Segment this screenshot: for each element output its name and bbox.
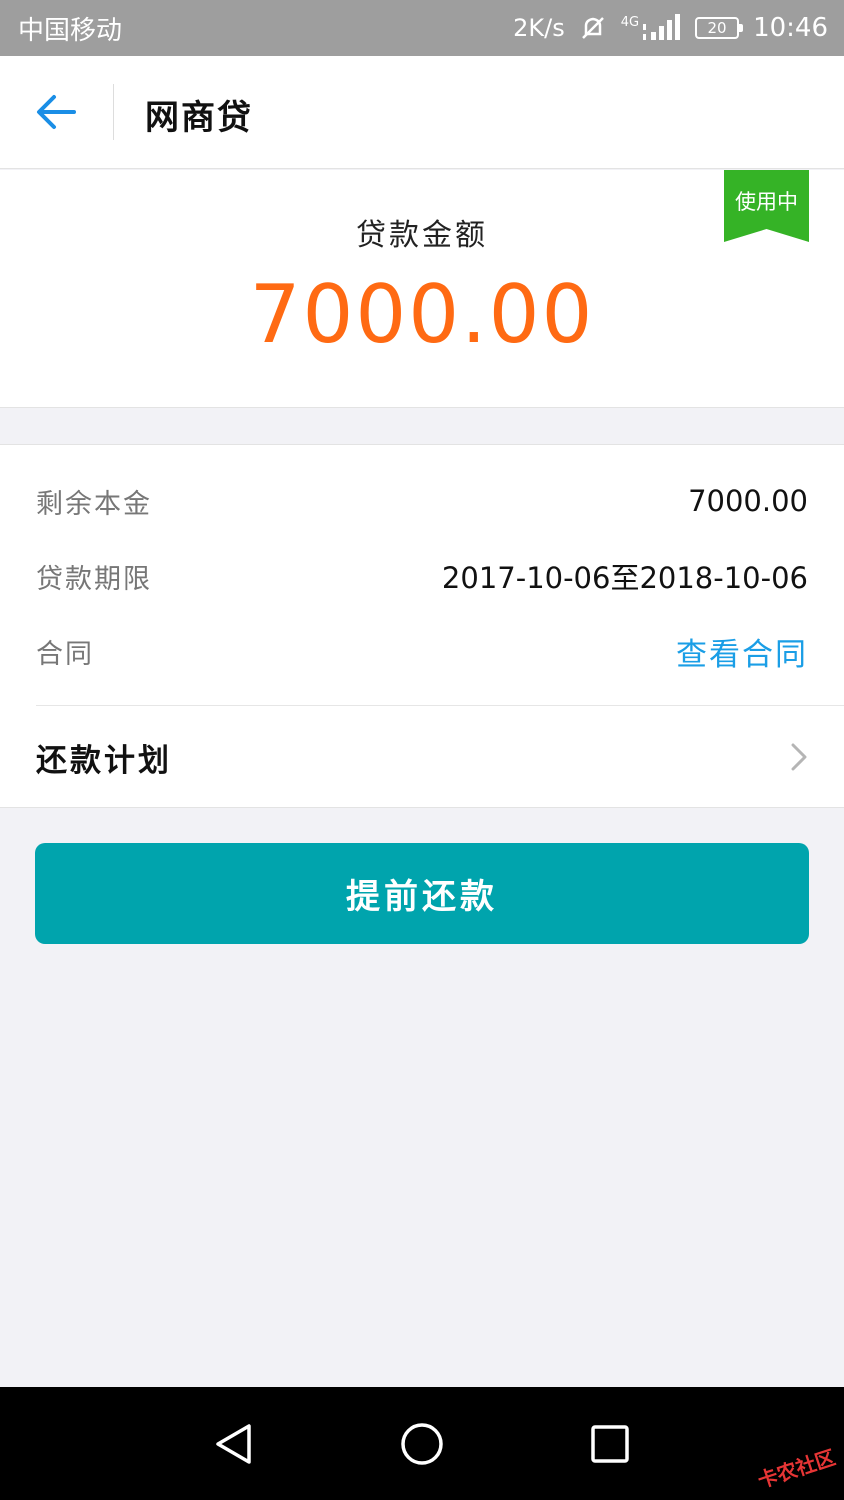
header-divider: [113, 84, 114, 140]
repayment-plan-row[interactable]: 还款计划: [36, 707, 808, 807]
system-nav-bar: 卡农社区: [0, 1387, 844, 1500]
nav-recent-apps-button[interactable]: [587, 1421, 633, 1467]
loan-details-card: 剩余本金 7000.00 贷款期限 2017-10-06至2018-10-06 …: [0, 444, 844, 808]
view-contract-link[interactable]: 查看合同: [676, 629, 808, 674]
page-title: 网商贷: [145, 98, 253, 138]
prepay-button[interactable]: 提前还款: [35, 843, 809, 944]
watermark-logo: 卡农社区: [754, 1445, 839, 1493]
loan-amount-label: 贷款金额: [356, 218, 488, 253]
nav-back-button[interactable]: [211, 1421, 257, 1467]
contract-row: 合同 查看合同: [36, 629, 808, 674]
clock: 10:46: [753, 13, 828, 43]
network-type: 4G: [620, 15, 640, 30]
network-speed: 2K/s: [513, 14, 565, 42]
mute-icon: [579, 14, 607, 42]
signal-icon: 4G: [621, 14, 681, 42]
loan-term-value: 2017-10-06至2018-10-06: [441, 561, 808, 595]
arrow-left-icon: [37, 95, 76, 129]
remaining-principal-label: 剩余本金: [36, 488, 152, 520]
remaining-principal-row: 剩余本金 7000.00: [36, 481, 808, 521]
loan-term-label: 贷款期限: [36, 563, 152, 595]
chevron-right-icon: [791, 743, 807, 771]
battery-icon: 20: [695, 17, 744, 39]
contract-label: 合同: [36, 638, 94, 670]
status-bar: 中国移动 2K/s 4G 20 10:46: [0, 0, 844, 56]
triangle-back-icon: [216, 1424, 251, 1464]
nav-home-button[interactable]: [399, 1421, 445, 1467]
remaining-principal-value: 7000.00: [688, 484, 808, 518]
circle-home-icon: [401, 1423, 443, 1465]
loan-term-row: 贷款期限 2017-10-06至2018-10-06: [36, 556, 808, 596]
back-button[interactable]: [34, 90, 78, 134]
status-icons: 2K/s 4G 20 10:46: [513, 13, 828, 43]
carrier-name: 中国移动: [18, 15, 123, 46]
app-header: 网商贷: [0, 56, 844, 169]
repayment-plan-label: 还款计划: [36, 742, 172, 779]
loan-amount-value: 7000.00: [249, 268, 595, 361]
row-divider: [36, 705, 844, 706]
loan-amount-card: 贷款金额 7000.00 使用中: [0, 170, 844, 408]
square-recent-icon: [591, 1425, 629, 1463]
